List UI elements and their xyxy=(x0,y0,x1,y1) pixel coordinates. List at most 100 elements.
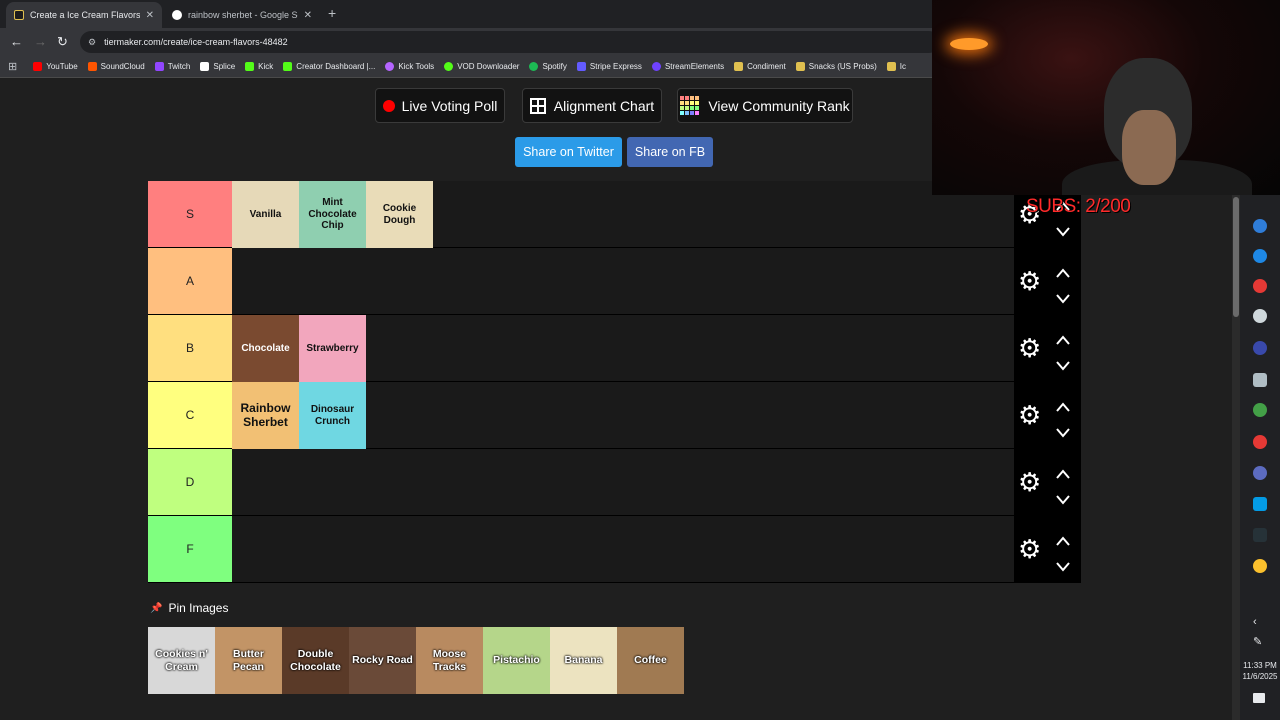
bookmark-spotify[interactable]: Spotify xyxy=(529,62,567,71)
tier-drop-zone[interactable]: Chocolate Strawberry xyxy=(232,315,1014,382)
chevron-down-icon[interactable] xyxy=(1056,425,1070,438)
flavor-card-rocky-road[interactable]: Rocky Road xyxy=(349,627,416,694)
bookmark-label: Twitch xyxy=(167,62,191,71)
heart-rate-icon[interactable] xyxy=(1253,435,1267,449)
tier-label[interactable]: A xyxy=(148,248,232,314)
reload-icon[interactable]: ↻ xyxy=(57,34,68,50)
view-community-rank-button[interactable]: View Community Rank xyxy=(677,88,853,123)
back-icon[interactable]: ← xyxy=(10,34,23,49)
chevron-down-icon[interactable] xyxy=(1056,559,1070,572)
bookmark-label: Stripe Express xyxy=(589,62,642,71)
tier-list: S Vanilla Mint Chocolate Chip Cookie Dough ⚙… xyxy=(148,181,1081,583)
cloud-icon[interactable] xyxy=(1253,309,1267,323)
bookmark-snacks[interactable]: Snacks (US Probs) xyxy=(795,62,877,71)
chevron-down-icon[interactable] xyxy=(1056,492,1070,505)
chrome-icon[interactable] xyxy=(1253,559,1267,573)
steam-icon[interactable] xyxy=(1253,219,1267,233)
bookmark-twitch[interactable]: Twitch xyxy=(154,62,191,71)
flavor-card-banana[interactable]: Banana xyxy=(550,627,617,694)
extension-icon[interactable] xyxy=(1253,249,1267,263)
chevron-down-icon[interactable] xyxy=(1056,291,1070,304)
splice-icon xyxy=(200,62,210,71)
tier-grid-icon xyxy=(680,95,700,116)
bookmark-soundcloud[interactable]: SoundCloud xyxy=(87,62,145,71)
flavor-card-rainbow-sherbet[interactable]: Rainbow Sherbet xyxy=(232,382,299,449)
notification-icon[interactable] xyxy=(1253,693,1265,703)
bookmark-kick-tools[interactable]: Kick Tools xyxy=(385,62,434,71)
gear-icon[interactable]: ⚙ xyxy=(1018,536,1041,562)
chevron-up-icon[interactable] xyxy=(1056,533,1070,546)
bookmark-creator-dashboard[interactable]: Creator Dashboard |... xyxy=(283,62,375,71)
gear-icon[interactable]: ⚙ xyxy=(1018,402,1041,428)
pin-images-toggle[interactable]: 📌 Pin Images xyxy=(150,601,228,615)
flavor-card-moose-tracks[interactable]: Moose Tracks xyxy=(416,627,483,694)
chevron-up-icon[interactable] xyxy=(1056,265,1070,278)
new-tab-button[interactable]: + xyxy=(328,5,336,21)
page-scrollbar[interactable] xyxy=(1232,195,1240,720)
pen-icon[interactable]: ✎ xyxy=(1253,635,1263,649)
tier-drop-zone[interactable] xyxy=(232,449,1014,515)
chevron-up-icon[interactable] xyxy=(1056,466,1070,479)
tier-drop-zone[interactable] xyxy=(232,516,1014,582)
tier-row-f: F ⚙ xyxy=(148,516,1081,583)
tab-google-search[interactable]: rainbow sherbet - Google Searc ✕ xyxy=(164,2,320,28)
chevron-up-icon[interactable] xyxy=(1056,332,1070,345)
bookmark-kick[interactable]: Kick xyxy=(245,62,273,71)
live-app-icon[interactable] xyxy=(1253,497,1267,511)
chevron-down-icon[interactable] xyxy=(1056,358,1070,371)
flavor-card-double-chocolate[interactable]: Double Chocolate xyxy=(282,627,349,694)
tier-label[interactable]: C xyxy=(148,382,232,448)
bookmark-ic[interactable]: Ic xyxy=(886,62,906,71)
flavor-card-cookies-n-cream[interactable]: Cookies n' Cream xyxy=(148,627,215,694)
tab-tiermaker[interactable]: Create a Ice Cream Flavors Tie ✕ xyxy=(6,2,162,28)
apps-grid-icon[interactable]: ⊞ xyxy=(8,60,17,73)
close-tab-icon[interactable]: ✕ xyxy=(146,10,154,21)
tier-drop-zone[interactable]: Rainbow Sherbet Dinosaur Crunch xyxy=(232,382,1014,449)
live-status-icon[interactable] xyxy=(1253,528,1267,542)
flavor-card-butter-pecan[interactable]: Butter Pecan xyxy=(215,627,282,694)
circle-app-icon[interactable] xyxy=(1253,341,1267,355)
url-bar[interactable]: ⚙ tiermaker.com/create/ice-cream-flavors… xyxy=(80,31,940,53)
bookmark-vod-downloader[interactable]: VOD Downloader xyxy=(444,62,519,71)
flavor-card-cookie-dough[interactable]: Cookie Dough xyxy=(366,181,433,248)
chevron-up-icon[interactable] xyxy=(1056,399,1070,412)
forward-icon[interactable]: → xyxy=(34,34,47,49)
tier-label[interactable]: F xyxy=(148,516,232,582)
tier-label[interactable]: S xyxy=(148,181,232,247)
bookmark-splice[interactable]: Splice xyxy=(200,62,235,71)
live-voting-poll-button[interactable]: Live Voting Poll xyxy=(375,88,505,123)
obs-icon[interactable] xyxy=(1253,279,1267,293)
tier-drop-zone[interactable]: Vanilla Mint Chocolate Chip Cookie Dough xyxy=(232,181,1014,248)
flavor-card-vanilla[interactable]: Vanilla xyxy=(232,181,299,248)
flavor-card-chocolate[interactable]: Chocolate xyxy=(232,315,299,382)
site-info-icon[interactable]: ⚙ xyxy=(88,37,96,48)
flavor-card-coffee[interactable]: Coffee xyxy=(617,627,684,694)
chevron-down-icon[interactable] xyxy=(1056,224,1070,237)
youtube-icon xyxy=(33,62,43,71)
grid-app-icon[interactable] xyxy=(1253,466,1267,480)
gear-icon[interactable]: ⚙ xyxy=(1018,268,1041,294)
share-fb-button[interactable]: Share on FB xyxy=(627,137,713,167)
scrollbar-thumb[interactable] xyxy=(1233,197,1239,317)
tier-drop-zone[interactable] xyxy=(232,248,1014,314)
chevron-left-icon[interactable]: ‹ xyxy=(1253,616,1263,630)
flavor-card-mint-chocolate-chip[interactable]: Mint Chocolate Chip xyxy=(299,181,366,248)
tier-label[interactable]: B xyxy=(148,315,232,381)
bookmark-youtube[interactable]: YouTube xyxy=(33,62,78,71)
xbox-icon[interactable] xyxy=(1253,403,1267,417)
bookmark-streamelements[interactable]: StreamElements xyxy=(651,62,724,71)
gear-icon[interactable]: ⚙ xyxy=(1018,335,1041,361)
share-twitter-button[interactable]: Share on Twitter xyxy=(515,137,622,167)
flavor-card-pistachio[interactable]: Pistachio xyxy=(483,627,550,694)
files-icon[interactable] xyxy=(1253,373,1267,387)
bookmark-condiment[interactable]: Condiment xyxy=(734,62,786,71)
alignment-chart-button[interactable]: Alignment Chart xyxy=(522,88,662,123)
tiermaker-icon xyxy=(734,62,744,71)
tier-label[interactable]: D xyxy=(148,449,232,515)
close-tab-icon[interactable]: ✕ xyxy=(304,10,312,21)
flavor-card-strawberry[interactable]: Strawberry xyxy=(299,315,366,382)
tier-controls: ⚙ xyxy=(1014,449,1081,515)
bookmark-stripe-express[interactable]: Stripe Express xyxy=(576,62,642,71)
flavor-card-dinosaur-crunch[interactable]: Dinosaur Crunch xyxy=(299,382,366,449)
gear-icon[interactable]: ⚙ xyxy=(1018,469,1041,495)
